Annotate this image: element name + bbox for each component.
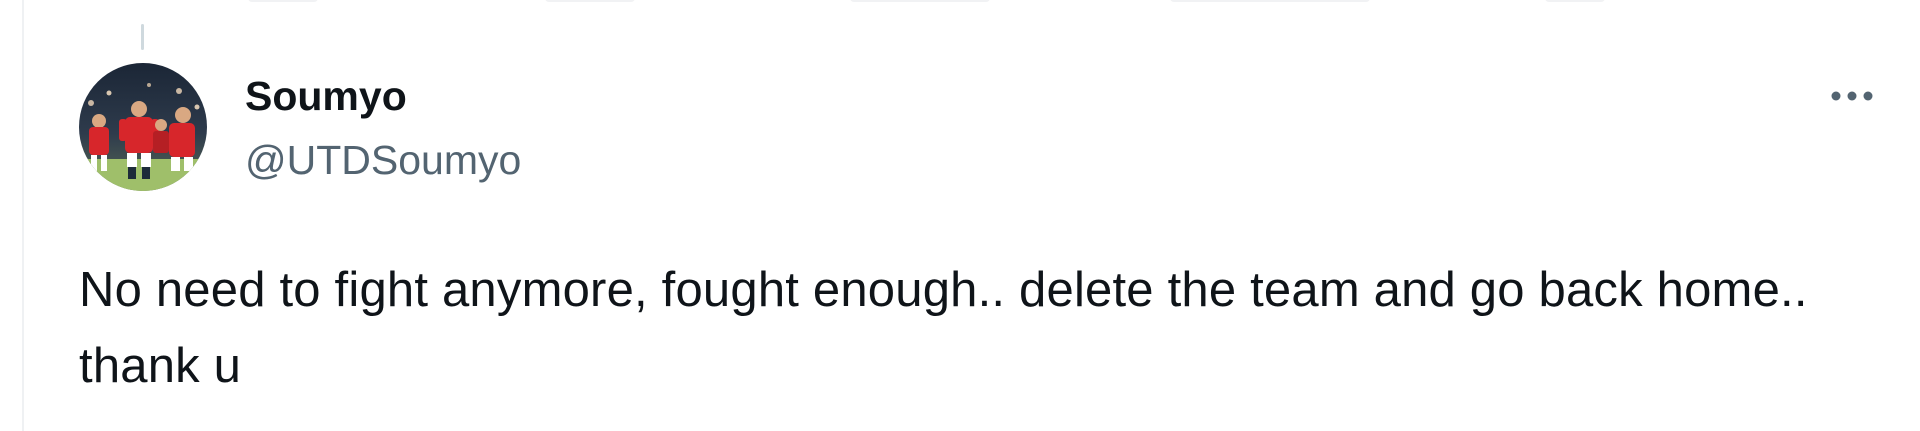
display-name[interactable]: Soumyo [245, 72, 407, 120]
user-handle[interactable]: @UTDSoumyo [245, 136, 521, 184]
avatar[interactable] [79, 63, 207, 191]
tweet-card[interactable]: Soumyo @UTDSoumyo No need to fight anymo… [0, 0, 1920, 431]
more-options-button[interactable] [1822, 78, 1882, 114]
column-border [22, 0, 24, 431]
thread-connector-line [141, 24, 144, 50]
tweet-text: No need to fight anymore, fought enough.… [79, 263, 1808, 393]
avatar-image [79, 63, 207, 191]
more-horizontal-icon [1831, 91, 1873, 101]
previous-tweet-actions-remnant [0, 0, 1920, 4]
